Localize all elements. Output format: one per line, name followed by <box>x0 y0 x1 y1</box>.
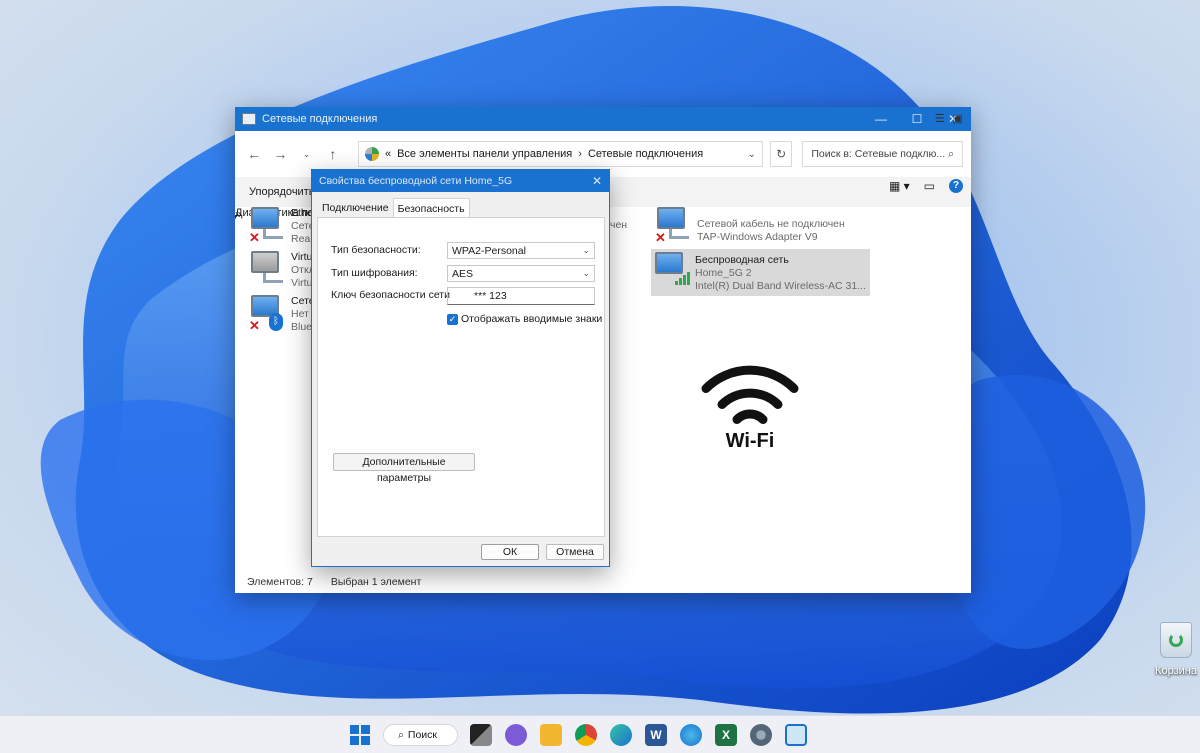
bluetooth-adapter-icon: ✕ ᛒ <box>249 295 285 332</box>
network-connections-icon <box>242 113 256 125</box>
network-globe-icon[interactable] <box>680 724 702 746</box>
taskbar-search-label: Поиск <box>407 729 437 741</box>
search-input[interactable]: Поиск в: Сетевые подклю... ⌕ <box>802 141 963 167</box>
breadcrumb-control-panel[interactable]: Все элементы панели управления <box>397 148 572 160</box>
help-icon[interactable]: ? <box>949 179 963 193</box>
network-connections-taskbar-icon[interactable] <box>785 724 807 746</box>
encryption-type-label: Тип шифрования: <box>331 267 418 279</box>
list-item[interactable]: ✕ Ethe Сете Realt <box>249 207 316 246</box>
dialog-titlebar[interactable]: Свойства беспроводной сети Home_5G ✕ <box>312 170 609 192</box>
address-bar[interactable]: « Все элементы панели управления › Сетев… <box>357 141 763 167</box>
list-item[interactable]: Virtu Откл Virtu <box>249 251 315 290</box>
dialog-title: Свойства беспроводной сети Home_5G <box>319 175 513 187</box>
word-icon[interactable]: W <box>645 724 667 746</box>
forward-arrow-icon[interactable]: → <box>269 142 291 166</box>
breadcrumb-separator-icon: › <box>578 148 582 160</box>
recycle-bin-icon[interactable] <box>1160 622 1192 658</box>
file-explorer-icon[interactable] <box>540 724 562 746</box>
edge-icon[interactable] <box>610 724 632 746</box>
security-type-label: Тип безопасности: <box>331 244 421 256</box>
maximize-button[interactable]: ☐ <box>899 112 935 126</box>
recent-chevron-icon[interactable]: ⌄ <box>295 142 317 166</box>
security-type-select[interactable]: WPA2-Personal ⌄ <box>447 242 595 259</box>
explorer-titlebar[interactable]: Сетевые подключения — ☐ ✕ <box>235 107 971 131</box>
recycle-bin-label[interactable]: Корзина <box>1152 665 1200 677</box>
connection-device: Intel(R) Dual Band Wireless-AC 31... <box>695 280 866 292</box>
taskbar: ⌕ Поиск W X <box>0 715 1200 753</box>
virtual-adapter-icon <box>249 251 285 287</box>
tiles-view-icon[interactable]: ▣ <box>953 112 963 125</box>
refresh-button[interactable]: ↻ <box>769 141 793 167</box>
chevron-down-icon: ⌄ <box>582 268 590 278</box>
cancel-button[interactable]: Отмена <box>546 544 604 560</box>
search-icon: ⌕ <box>948 147 954 160</box>
wifi-label: Wi-Fi <box>725 430 775 452</box>
breadcrumb-network-connections[interactable]: Сетевые подключения <box>588 148 703 160</box>
list-item[interactable]: ✕ Сетевой кабель не подключен TAP-Window… <box>655 207 845 244</box>
settings-gear-icon[interactable] <box>750 724 772 746</box>
show-characters-checkbox[interactable]: ✓ Отображать вводимые знаки <box>447 313 602 325</box>
tap-adapter-icon: ✕ <box>655 207 691 244</box>
encryption-type-select[interactable]: AES ⌄ <box>447 265 595 282</box>
excel-icon[interactable]: X <box>715 724 737 746</box>
selection-count: Выбран 1 элемент <box>330 576 422 588</box>
connection-device: TAP-Windows Adapter V9 <box>697 231 818 243</box>
connection-name: Сетевой кабель не подключен <box>697 218 845 230</box>
list-item-selected[interactable]: Беспроводная сеть Home_5G 2 Intel(R) Dua… <box>651 249 870 296</box>
connection-name: Беспроводная сеть <box>695 254 789 266</box>
organize-button[interactable]: Упорядочить <box>249 186 314 198</box>
window-title: Сетевые подключения <box>262 113 378 125</box>
item-count: Элементов: 7 <box>247 576 313 588</box>
status-view-buttons: ☰ ▣ <box>935 112 963 125</box>
chat-icon[interactable] <box>505 724 527 746</box>
checkmark-icon: ✓ <box>447 313 458 325</box>
encryption-type-value: AES <box>452 268 474 280</box>
security-tab-panel: Тип безопасности: WPA2-Personal ⌄ Тип ши… <box>317 217 605 537</box>
address-overflow[interactable]: « <box>385 148 391 160</box>
search-placeholder: Поиск в: Сетевые подклю... <box>811 148 946 160</box>
advanced-settings-button[interactable]: Дополнительные параметры <box>333 453 475 484</box>
show-characters-label: Отображать вводимые знаки <box>461 313 603 325</box>
preview-pane-icon[interactable]: ▭ <box>924 179 935 193</box>
ethernet-adapter-icon: ✕ <box>249 207 285 244</box>
view-controls: ▦ ▾ ▭ ? <box>889 179 963 193</box>
hidden-item-fragment: чен <box>610 219 628 231</box>
security-type-value: WPA2-Personal <box>452 245 526 257</box>
change-view-icon[interactable]: ▦ ▾ <box>889 179 910 193</box>
details-view-icon[interactable]: ☰ <box>935 112 945 125</box>
chevron-down-icon: ⌄ <box>582 245 590 255</box>
up-arrow-icon[interactable]: ↑ <box>322 142 344 166</box>
back-arrow-icon[interactable]: ← <box>243 142 265 166</box>
taskbar-search[interactable]: ⌕ Поиск <box>383 724 458 746</box>
task-view-icon[interactable] <box>470 724 492 746</box>
ok-button[interactable]: ОК <box>481 544 539 560</box>
address-dropdown-icon[interactable]: ⌄ <box>748 149 756 160</box>
wireless-adapter-icon <box>653 252 690 288</box>
dialog-close-icon[interactable]: ✕ <box>585 174 609 188</box>
list-item[interactable]: ✕ ᛒ Сете Нет Blue <box>249 295 315 334</box>
start-menu-icon[interactable] <box>349 724 371 746</box>
security-key-input[interactable]: *** 123 <box>447 287 595 305</box>
search-icon: ⌕ <box>398 728 404 741</box>
security-key-label: Ключ безопасности сети <box>331 289 450 301</box>
control-panel-icon <box>364 147 379 161</box>
wireless-properties-dialog: Свойства беспроводной сети Home_5G ✕ Под… <box>311 169 610 567</box>
minimize-button[interactable]: — <box>863 112 899 126</box>
connection-status: Home_5G 2 <box>695 267 752 279</box>
status-bar: Элементов: 7 Выбран 1 элемент <box>235 571 971 593</box>
chrome-icon[interactable] <box>575 724 597 746</box>
